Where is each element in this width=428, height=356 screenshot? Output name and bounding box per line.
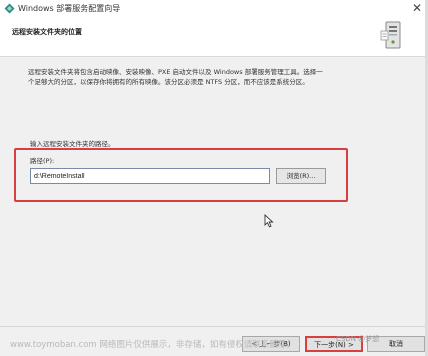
wds-app-icon	[4, 3, 15, 14]
path-label: 路径(P):	[30, 157, 55, 165]
wds-config-wizard-window: Windows 部署服务配置向导 ✕ 远程安装文件夹的位置 远程安装文件夹将包含…	[0, 0, 428, 356]
server-icon	[380, 21, 401, 49]
path-input[interactable]	[30, 168, 270, 184]
description-text: 远程安装文件夹将包含启动映像、安装映像、PXE 启动文件以及 Windows 部…	[28, 68, 323, 86]
title-bar: Windows 部署服务配置向导 ✕	[0, 0, 428, 18]
footer-divider	[0, 326, 428, 327]
mouse-cursor-icon	[264, 214, 274, 228]
browse-button[interactable]: 浏览(R)...	[276, 168, 326, 184]
csdn-watermark: CSDN @梦想	[336, 335, 380, 343]
path-prompt: 输入远程安装文件夹的路径。	[30, 140, 115, 148]
window-title: Windows 部署服务配置向导	[18, 4, 121, 13]
page-title: 远程安装文件夹的位置	[12, 28, 82, 36]
watermark-text: www.toymoban.com 网络图片仅供展示，非存储，如有侵权请联系删除。	[10, 340, 295, 350]
wizard-header: 远程安装文件夹的位置	[0, 18, 428, 57]
close-button[interactable]: ✕	[412, 1, 422, 15]
